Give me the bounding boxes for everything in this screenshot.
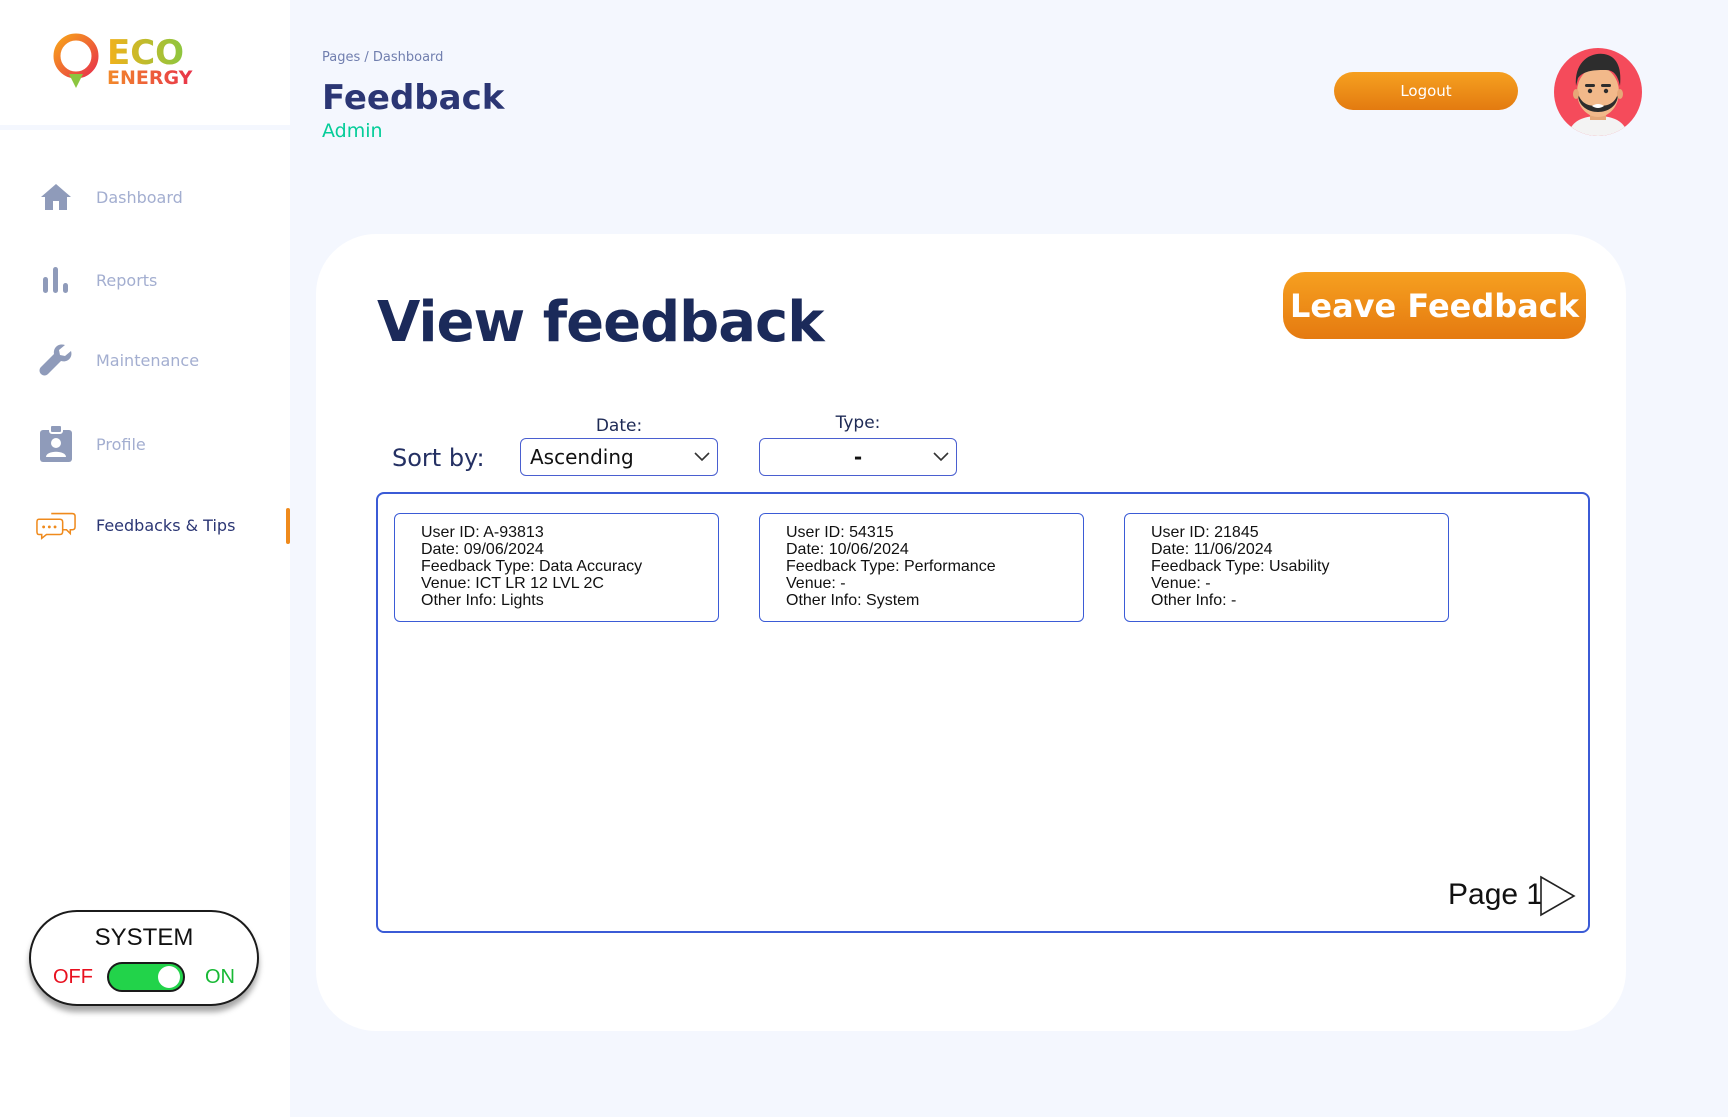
date-filter-label: Date: <box>595 416 643 436</box>
wrench-icon <box>36 340 76 380</box>
sidebar-item-label: Profile <box>96 434 146 454</box>
feedback-item[interactable]: User ID: 54315 Date: 10/06/2024 Feedback… <box>759 513 1084 622</box>
breadcrumb: Pages / Dashboard <box>322 50 444 65</box>
feedback-item[interactable]: User ID: A-93813 Date: 09/06/2024 Feedba… <box>394 513 719 622</box>
feedback-venue: Venue: - <box>1151 575 1211 592</box>
feedback-other-info: Other Info: - <box>1151 592 1237 609</box>
id-badge-icon <box>36 424 76 464</box>
feedback-type: Feedback Type: Performance <box>786 558 996 575</box>
feedback-date: Date: 11/06/2024 <box>1151 541 1273 558</box>
type-filter-label: Type: <box>835 413 881 433</box>
home-icon <box>36 177 76 217</box>
sidebar-item-label: Maintenance <box>96 350 200 370</box>
system-power-panel: SYSTEM OFF ON <box>29 910 259 1006</box>
chat-bubbles-icon <box>36 505 76 545</box>
page-indicator: Page 1 <box>1448 878 1544 911</box>
toggle-knob <box>158 966 180 988</box>
feedback-venue: Venue: ICT LR 12 LVL 2C <box>421 575 604 592</box>
chevron-down-icon <box>926 452 956 462</box>
leave-feedback-button[interactable]: Leave Feedback <box>1283 272 1586 339</box>
feedback-user-id: User ID: 54315 <box>786 524 894 541</box>
logout-button[interactable]: Logout <box>1334 72 1518 110</box>
feedback-date: Date: 10/06/2024 <box>786 541 909 558</box>
sidebar-item-reports[interactable]: Reports <box>36 255 290 305</box>
feedback-type: Feedback Type: Data Accuracy <box>421 558 643 575</box>
system-on-label: ON <box>205 966 235 988</box>
sort-by-label: Sort by: <box>392 444 485 472</box>
sidebar-item-maintenance[interactable]: Maintenance <box>36 335 290 385</box>
feedback-venue: Venue: - <box>786 575 846 592</box>
feedback-item[interactable]: User ID: 21845 Date: 11/06/2024 Feedback… <box>1124 513 1449 622</box>
user-role: Admin <box>322 120 383 142</box>
sidebar-item-feedbacks-tips[interactable]: Feedbacks & Tips <box>36 500 290 550</box>
avatar[interactable] <box>1554 48 1642 136</box>
feedback-user-id: User ID: 21845 <box>1151 524 1259 541</box>
system-off-label: OFF <box>53 966 93 988</box>
sidebar-item-dashboard[interactable]: Dashboard <box>36 172 290 222</box>
view-feedback-title: View feedback <box>377 290 824 355</box>
eco-energy-logo[interactable]: ECO ENERGY <box>52 30 222 100</box>
svg-text:ENERGY: ENERGY <box>107 67 193 89</box>
sidebar-item-label: Dashboard <box>96 187 183 207</box>
feedback-date: Date: 09/06/2024 <box>421 541 544 558</box>
feedback-other-info: Other Info: Lights <box>421 592 544 609</box>
sidebar: ECO ENERGY Dashboard Reports Maintenance… <box>0 0 290 1117</box>
logo-divider <box>0 125 290 130</box>
feedback-type: Feedback Type: Usability <box>1151 558 1330 575</box>
chevron-down-icon <box>687 452 717 462</box>
feedback-user-id: User ID: A-93813 <box>421 524 544 541</box>
date-sort-select[interactable]: Ascending <box>520 438 718 476</box>
sidebar-item-profile[interactable]: Profile <box>36 419 290 469</box>
feedback-other-info: Other Info: System <box>786 592 920 609</box>
system-title: SYSTEM <box>94 924 194 951</box>
type-filter-value: - <box>853 445 863 469</box>
sidebar-item-label: Reports <box>96 270 158 290</box>
bar-chart-icon <box>36 260 76 300</box>
sidebar-item-label: Feedbacks & Tips <box>96 515 236 535</box>
system-power-toggle[interactable] <box>107 962 185 992</box>
page-title: Feedback <box>322 78 505 118</box>
active-indicator <box>286 508 290 544</box>
date-sort-value: Ascending <box>530 445 634 469</box>
type-filter-select[interactable]: - <box>759 438 957 476</box>
next-page-icon[interactable] <box>1538 874 1578 918</box>
